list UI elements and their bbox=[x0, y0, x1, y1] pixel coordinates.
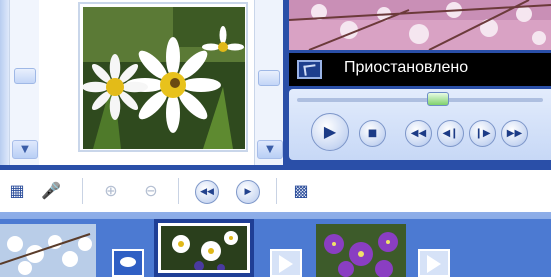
blossom-thumbnail bbox=[0, 224, 96, 277]
purple-flowers-clip[interactable] bbox=[316, 224, 406, 277]
next-frame-button[interactable]: ▶▶ bbox=[501, 120, 528, 147]
step-back-button[interactable]: ◀❙ bbox=[437, 120, 464, 147]
status-bar: Приостановлено bbox=[289, 53, 551, 86]
storyboard-toolbar: ▦ 🎤 ⊕ ⊖ ◀◀ ▶ ▩ bbox=[0, 170, 551, 212]
seek-bar[interactable] bbox=[297, 98, 543, 102]
white-blossom-clip[interactable] bbox=[0, 224, 96, 277]
toolbar-divider bbox=[276, 178, 277, 204]
daisies-clip[interactable] bbox=[154, 219, 254, 277]
previous-frame-button[interactable]: ◀◀ bbox=[405, 120, 432, 147]
play-icon[interactable]: ▶ bbox=[236, 180, 260, 204]
transition-slot[interactable] bbox=[270, 249, 302, 277]
step-forward-button[interactable]: ❙▶ bbox=[469, 120, 496, 147]
daisies-photo bbox=[83, 7, 245, 149]
narrate-mic-icon[interactable]: 🎤 bbox=[38, 178, 64, 204]
right-scrollbar[interactable]: ▼ bbox=[254, 0, 283, 165]
left-scroll-down-button[interactable]: ▼ bbox=[12, 140, 38, 159]
toolbar-divider bbox=[82, 178, 83, 204]
zoom-out-icon[interactable]: ⊖ bbox=[138, 178, 164, 204]
playback-controls: ▶ ■ ◀◀ ◀❙ ❙▶ ▶▶ bbox=[289, 89, 551, 160]
purple-flowers-thumbnail bbox=[316, 224, 406, 277]
fullscreen-icon[interactable] bbox=[297, 60, 322, 79]
daisies-thumbnail bbox=[161, 226, 247, 270]
zoom-in-icon[interactable]: ⊕ bbox=[98, 178, 124, 204]
transition-slot[interactable] bbox=[112, 249, 144, 277]
play-button[interactable]: ▶ bbox=[311, 113, 349, 151]
blossom-preview-image bbox=[289, 0, 551, 50]
preview-monitor: Приостановлено ▶ ■ ◀◀ ◀❙ ❙▶ ▶▶ bbox=[283, 0, 551, 165]
storyboard-timeline-icon[interactable]: ▦ bbox=[4, 178, 30, 204]
left-scroll-thumb[interactable] bbox=[14, 68, 36, 84]
playback-status: Приостановлено bbox=[344, 59, 469, 76]
preview-screen bbox=[289, 0, 551, 50]
seek-thumb[interactable] bbox=[427, 92, 449, 106]
rewind-icon[interactable]: ◀◀ bbox=[195, 180, 219, 204]
collection-pane: ▼ ▼ bbox=[0, 0, 283, 165]
toolbar-divider bbox=[178, 178, 179, 204]
left-scrollbar[interactable]: ▼ bbox=[9, 0, 39, 165]
storyboard bbox=[0, 212, 551, 277]
collection-thumbnail[interactable] bbox=[78, 2, 248, 152]
right-scroll-down-button[interactable]: ▼ bbox=[257, 140, 283, 159]
transition-slot[interactable] bbox=[418, 249, 450, 277]
storyboard-toggle-icon[interactable]: ▩ bbox=[288, 178, 314, 204]
stop-button[interactable]: ■ bbox=[359, 120, 386, 147]
pane-edge bbox=[0, 0, 9, 165]
right-scroll-thumb[interactable] bbox=[258, 70, 280, 86]
